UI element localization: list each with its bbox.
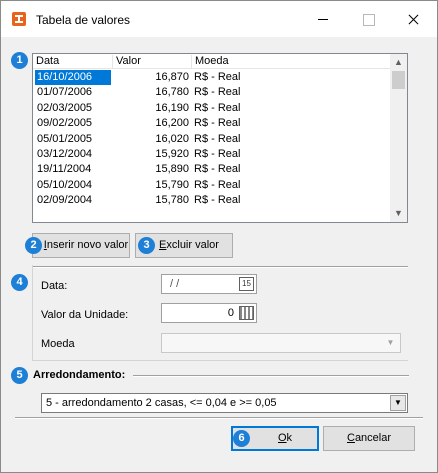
ok-accelerator: O	[277, 432, 287, 444]
cell-valor: 16,020	[155, 132, 189, 145]
cell-moeda: R$ - Real	[194, 194, 241, 207]
table-row[interactable]: 03/12/2004 15,920 R$ - Real	[33, 147, 390, 162]
cell-moeda: R$ - Real	[194, 101, 241, 114]
table-row[interactable]: 05/01/2005 16,020 R$ - Real	[33, 132, 390, 147]
cell-moeda: R$ - Real	[194, 132, 241, 145]
table-row[interactable]: 02/09/2004 15,780 R$ - Real	[33, 193, 390, 208]
arredondamento-label: Arredondamento:	[33, 369, 126, 381]
cell-moeda: R$ - Real	[194, 147, 241, 160]
vertical-scrollbar[interactable]: ▲ ▼	[390, 54, 407, 222]
chevron-down-icon[interactable]: ▼	[390, 395, 406, 411]
dialog-window: Tabela de valores 1 Data Valor Moeda 16/…	[0, 0, 438, 473]
unit-value-input[interactable]: 0	[161, 303, 257, 323]
date-input[interactable]: / / 15	[161, 274, 257, 294]
cancel-label: ancelar	[354, 432, 392, 444]
currency-dropdown[interactable]: ▼	[161, 333, 401, 353]
cell-data: 05/01/2005	[37, 132, 93, 145]
minimize-button[interactable]	[301, 1, 346, 37]
data-label: Data:	[41, 280, 68, 292]
cell-moeda: R$ - Real	[194, 163, 241, 176]
chevron-down-icon[interactable]: ▼	[382, 335, 399, 351]
calendar-icon[interactable]: 15	[239, 277, 254, 291]
callout-marker-3: 3	[138, 237, 155, 254]
cell-data: 01/07/2006	[37, 86, 93, 99]
table-rows: 16/10/2006 16,870 R$ - Real 01/07/2006 16,78…	[33, 70, 390, 209]
cell-valor: 15,920	[155, 147, 189, 160]
cell-data: 19/11/2004	[37, 163, 92, 176]
table-header: Data Valor Moeda	[33, 54, 390, 69]
column-header-valor[interactable]: Valor	[113, 55, 192, 69]
ok-label: k	[286, 432, 293, 444]
cell-data: 02/03/2005	[37, 101, 93, 114]
table-row[interactable]: 05/10/2004 15,790 R$ - Real	[33, 178, 390, 193]
arredondamento-divider	[133, 375, 409, 377]
cell-data: 02/09/2004	[37, 194, 93, 207]
table-row[interactable]: 01/07/2006 16,780 R$ - Real	[33, 85, 390, 100]
date-input-value: / /	[170, 278, 180, 290]
cell-moeda: R$ - Real	[194, 86, 241, 99]
cell-data: 05/10/2004	[37, 178, 93, 191]
bottom-separator	[15, 417, 423, 419]
column-header-data[interactable]: Data	[33, 55, 113, 69]
callout-marker-2: 2	[25, 237, 42, 254]
title-bar: Tabela de valores	[1, 1, 437, 37]
cell-valor: 16,190	[155, 101, 189, 114]
cell-data: 09/02/2005	[37, 117, 93, 130]
cell-valor: 16,780	[155, 86, 189, 99]
close-button[interactable]	[391, 1, 436, 37]
cell-valor: 15,890	[155, 163, 189, 176]
cell-data: 03/12/2004	[37, 147, 93, 160]
cancel-button[interactable]: Cancelar	[323, 426, 415, 451]
insert-label: nserir novo valor	[46, 239, 129, 251]
values-table[interactable]: Data Valor Moeda 16/10/2006 16,870 R$ - Re…	[32, 53, 408, 223]
cell-valor: 16,870	[155, 71, 189, 83]
scroll-up-icon[interactable]: ▲	[390, 54, 407, 71]
unit-value-text: 0	[227, 307, 234, 319]
valor-unidade-label: Valor da Unidade:	[41, 309, 129, 321]
moeda-label: Moeda	[41, 338, 75, 350]
rounding-selected-value: 5 - arredondamento 2 casas, <= 0,04 e >=…	[46, 397, 277, 409]
cell-moeda: R$ - Real	[194, 117, 241, 130]
cell-data: 16/10/2006	[35, 70, 111, 85]
rounding-select[interactable]: 5 - arredondamento 2 casas, <= 0,04 e >=…	[41, 393, 408, 413]
cell-valor: 15,790	[155, 178, 189, 191]
cell-moeda: R$ - Real	[194, 178, 241, 191]
cell-valor: 15,780	[155, 194, 189, 207]
callout-marker-6: 6	[233, 430, 250, 447]
app-icon	[12, 12, 26, 26]
window-title: Tabela de valores	[36, 13, 131, 27]
table-row[interactable]: 09/02/2005 16,200 R$ - Real	[33, 116, 390, 131]
cell-moeda: R$ - Real	[194, 71, 241, 83]
column-header-moeda[interactable]: Moeda	[192, 55, 389, 69]
table-row[interactable]: 19/11/2004 15,890 R$ - Real	[33, 162, 390, 177]
callout-marker-4: 4	[11, 274, 28, 291]
calculator-icon[interactable]	[239, 306, 254, 320]
delete-label: xcluir valor	[166, 239, 219, 251]
insert-value-button[interactable]: Inserir novo valor	[32, 233, 130, 258]
callout-marker-1: 1	[11, 52, 28, 69]
cell-valor: 16,200	[155, 117, 189, 130]
table-row[interactable]: 16/10/2006 16,870 R$ - Real	[33, 70, 390, 85]
table-row[interactable]: 02/03/2005 16,190 R$ - Real	[33, 101, 390, 116]
callout-marker-5: 5	[11, 367, 28, 384]
cancel-accelerator: C	[346, 432, 355, 444]
scroll-down-icon[interactable]: ▼	[390, 205, 407, 222]
scroll-thumb[interactable]	[392, 71, 405, 89]
maximize-button[interactable]	[346, 1, 391, 37]
